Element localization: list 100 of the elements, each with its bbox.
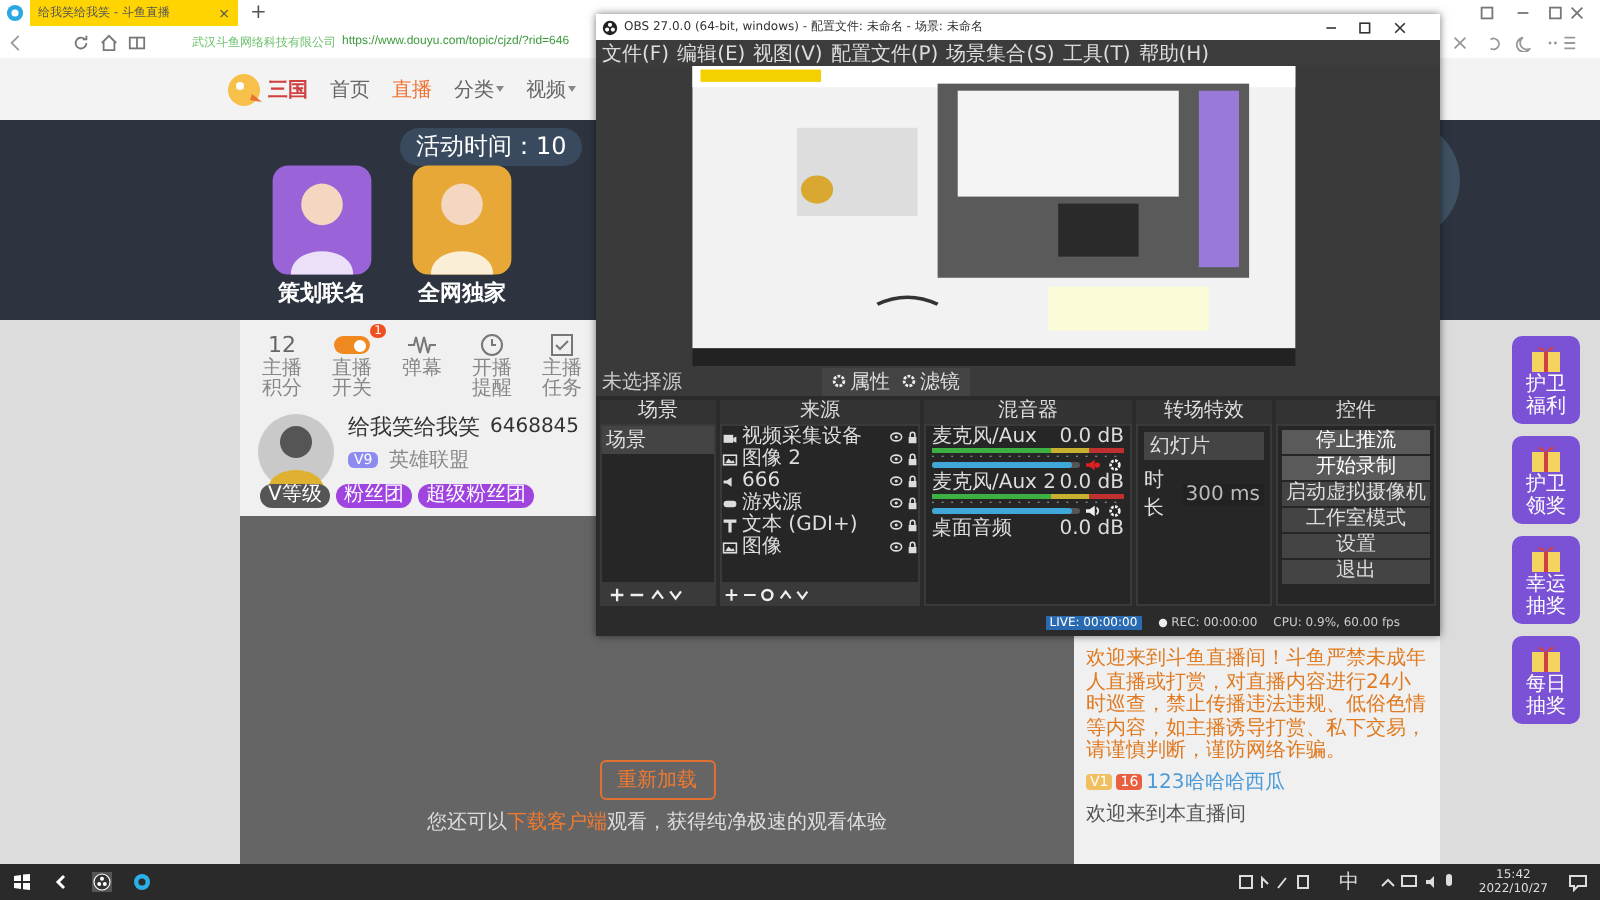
card-caption: 全网独家 — [418, 278, 506, 308]
gear-icon — [902, 374, 916, 388]
chat-message: 欢迎来到本直播间 — [1086, 801, 1246, 827]
dock-title: 场景 — [600, 400, 716, 424]
dock-title: 控件 — [1276, 400, 1436, 424]
duration-label: 时长 — [1144, 467, 1166, 522]
control-button[interactable]: 开始录制 — [1282, 456, 1430, 480]
toolbar-button[interactable]: 滤镜 — [898, 367, 964, 395]
eye-lock-icon[interactable] — [890, 430, 918, 444]
source-item[interactable]: 666 — [742, 471, 886, 491]
channel-name: 麦克风/Aux — [932, 428, 1037, 448]
nav-link[interactable]: 视频 — [526, 75, 566, 103]
gear-icon — [832, 374, 846, 388]
text-icon — [722, 517, 738, 533]
obs-taskbar-icon[interactable] — [92, 872, 112, 892]
eye-lock-icon[interactable] — [890, 540, 918, 554]
tag-badge[interactable]: 超级粉丝团 — [417, 484, 534, 508]
speaker-icon[interactable] — [1084, 504, 1102, 518]
menu-item[interactable]: 视图(V) — [753, 39, 823, 67]
eye-lock-icon[interactable] — [890, 518, 918, 532]
eye-lock-icon[interactable] — [890, 496, 918, 510]
source-item[interactable]: 文本 (GDI+) — [742, 515, 886, 535]
source-item[interactable]: 图像 2 — [742, 449, 886, 469]
source-item[interactable]: 游戏源 — [742, 493, 886, 513]
menu-item[interactable]: 工具(T) — [1062, 39, 1131, 67]
dock-title: 来源 — [720, 400, 920, 424]
control-button[interactable]: 工作室模式 — [1282, 508, 1430, 532]
eye-lock-icon[interactable] — [890, 452, 918, 466]
browser-taskbar-icon[interactable] — [132, 872, 152, 892]
toolbar-button[interactable]: 属性 — [828, 367, 894, 395]
menu-item[interactable]: 文件(F) — [602, 39, 670, 67]
caret-icon[interactable] — [568, 86, 576, 92]
control-button[interactable]: 设置 — [1282, 534, 1430, 558]
gift-icon — [1526, 642, 1566, 674]
promo-widget[interactable]: 护卫领奖 — [1512, 436, 1580, 524]
site-logo-text[interactable]: 三国 — [268, 75, 308, 103]
eye-lock-icon[interactable] — [890, 474, 918, 488]
channel-name: 麦克风/Aux 2 — [932, 474, 1057, 494]
room-id: 6468845 — [490, 416, 580, 438]
stat-label: 直播开关 — [332, 360, 372, 400]
speaker-icon — [722, 473, 738, 489]
windows-start-icon[interactable] — [12, 872, 32, 892]
tag-badge[interactable]: 粉丝团 — [335, 484, 412, 508]
dock-title: 转场特效 — [1136, 400, 1272, 424]
volume-slider-fill[interactable] — [932, 508, 1073, 514]
gear-icon[interactable] — [1106, 458, 1124, 472]
event-time-banner: 活动时间：10 — [400, 128, 583, 166]
volume-slider-fill[interactable] — [932, 462, 1073, 468]
live-toggle[interactable] — [334, 336, 370, 354]
transition-dropdown[interactable]: 幻灯片 — [1144, 432, 1264, 460]
source-item[interactable]: 图像 — [742, 537, 886, 557]
dock-title: 混音器 — [924, 400, 1132, 424]
control-button[interactable]: 停止推流 — [1282, 430, 1430, 454]
tag-badge[interactable]: V等级 — [260, 484, 330, 508]
source-item[interactable]: 视频采集设备 — [742, 427, 886, 447]
gift-icon — [1526, 542, 1566, 574]
duration-field[interactable]: 300 ms — [1181, 483, 1264, 505]
stat-label: 主播积分 — [262, 360, 302, 400]
nav-link[interactable]: 首页 — [330, 75, 370, 103]
promo-widget[interactable]: 幸运抽奖 — [1512, 536, 1580, 624]
stat-label: 主播任务 — [542, 360, 582, 400]
reload-icon[interactable] — [72, 33, 90, 51]
score-value: 12 — [268, 332, 296, 358]
checklist-icon[interactable] — [546, 332, 578, 358]
db-reading: 0.0 dB — [1059, 520, 1124, 540]
menu-item[interactable]: 场景集合(S) — [946, 39, 1055, 67]
promo-widget[interactable]: 护卫福利 — [1512, 336, 1580, 424]
caret-icon[interactable] — [496, 86, 504, 92]
stat-label: 开播提醒 — [472, 360, 512, 400]
notification-icon[interactable] — [1568, 872, 1588, 892]
gear-icon[interactable] — [1106, 504, 1124, 518]
nav-link[interactable]: 分类 — [454, 75, 494, 103]
alarm-clock-icon[interactable] — [476, 332, 508, 358]
gift-icon — [1526, 342, 1566, 374]
menu-item[interactable]: 帮助(H) — [1138, 39, 1210, 67]
channel-name: 桌面音频 — [932, 520, 1012, 540]
camera-icon — [722, 429, 738, 445]
card-caption: 策划联名 — [278, 278, 366, 308]
control-button[interactable]: 退出 — [1282, 560, 1430, 584]
waveform-icon[interactable] — [406, 332, 438, 358]
obs-logo-icon — [602, 19, 618, 35]
streamer-name: 给我笑给我笑 — [348, 412, 480, 442]
stat-label: 弹幕 — [402, 360, 442, 380]
control-button[interactable]: 启动虚拟摄像机 — [1282, 482, 1430, 506]
record-dot-icon — [1157, 618, 1168, 628]
home-icon[interactable] — [100, 33, 118, 51]
image-icon — [722, 539, 738, 555]
image-icon — [722, 451, 738, 467]
scene-item[interactable]: 场景 — [602, 426, 714, 454]
gamepad-icon — [722, 495, 738, 511]
menu-item[interactable]: 配置文件(P) — [830, 39, 939, 67]
new-tab-button[interactable]: + — [250, 2, 267, 24]
promo-widget[interactable]: 每日抽奖 — [1512, 636, 1580, 724]
input-method-indicator[interactable]: 中 — [1338, 868, 1359, 896]
chat-notice: 欢迎来到斗鱼直播间！斗鱼严禁未成年人直播或打赏，对直播内容进行24小时巡查，禁止传播违法违规、低俗色情等内容，如主播诱导打赏、私下交易，请谨慎判断，谨防网络诈骗。 — [1086, 648, 1428, 763]
menu-item[interactable]: 编辑(E) — [677, 39, 746, 67]
no-source-label: 未选择源 — [602, 369, 684, 395]
book-icon[interactable] — [128, 33, 146, 51]
db-reading: 0.0 dB — [1059, 428, 1124, 448]
db-reading: 0.0 dB — [1059, 474, 1124, 494]
